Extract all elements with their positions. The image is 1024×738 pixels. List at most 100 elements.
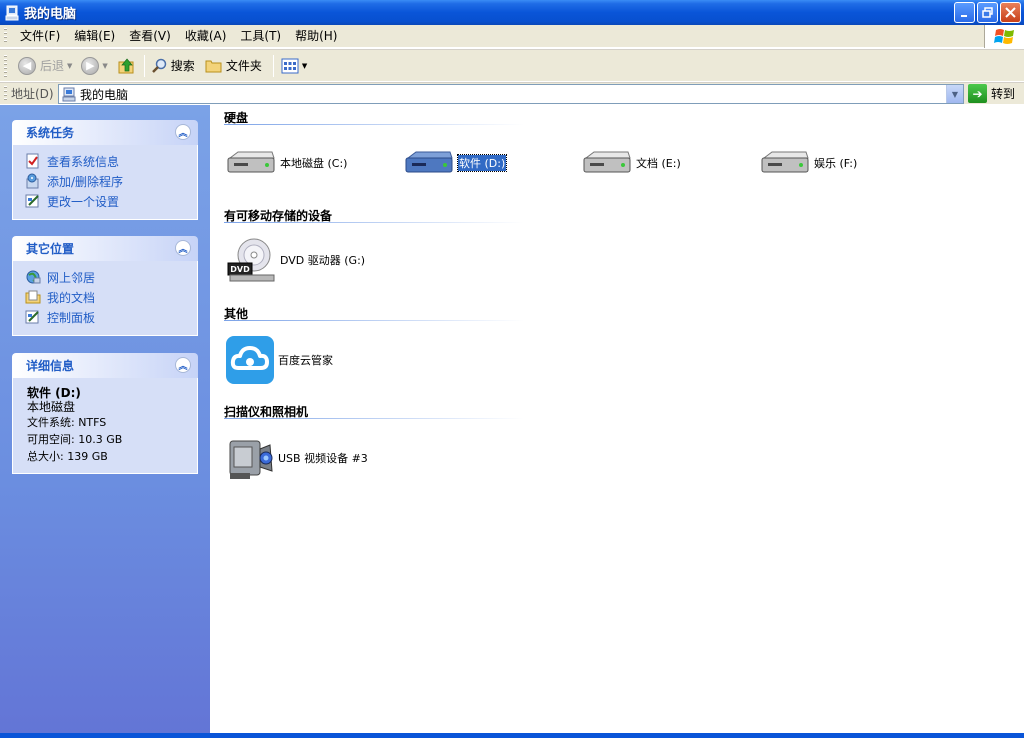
task-label: 查看系统信息: [47, 154, 120, 169]
close-icon: [1005, 7, 1016, 18]
system-tasks-header[interactable]: 系统任务 ︽: [12, 120, 198, 145]
menu-edit[interactable]: 编辑(E): [67, 26, 122, 46]
standard-toolbar: ◀ 后退 ▼ ▶ ▼ 搜索 文件夹 ▼: [0, 49, 1024, 82]
drive-d[interactable]: 软件 (D:): [404, 150, 508, 176]
drive-label: 文档 (E:): [636, 157, 681, 170]
go-button[interactable]: ➔ 转到: [968, 84, 1015, 103]
collapse-icon[interactable]: ︽: [175, 124, 191, 140]
computer-icon: [5, 5, 19, 20]
details-total-size: 总大小: 139 GB: [27, 450, 108, 463]
folders-label: 文件夹: [225, 59, 262, 73]
forward-dropdown-icon[interactable]: ▼: [102, 62, 107, 70]
system-tasks-body: 查看系统信息 添加/删除程序 更改一个设置: [12, 145, 198, 220]
search-icon: [151, 58, 167, 73]
menu-file[interactable]: 文件(F): [13, 26, 67, 46]
menu-favorites[interactable]: 收藏(A): [178, 26, 234, 46]
folders-button[interactable]: 文件夹: [202, 53, 265, 79]
collapse-icon[interactable]: ︽: [175, 240, 191, 256]
my-documents-icon: [25, 290, 41, 304]
back-dropdown-icon[interactable]: ▼: [67, 62, 72, 70]
drive-g-dvd[interactable]: DVD DVD 驱动器 (G:): [226, 237, 365, 283]
dvd-drive-icon: DVD: [227, 238, 275, 282]
hard-drive-icon: [227, 151, 275, 173]
system-info-icon: [26, 153, 39, 169]
back-arrow-icon: ◀: [18, 56, 36, 75]
address-value: 我的电脑: [80, 87, 129, 102]
go-label: 转到: [991, 87, 1016, 101]
system-tasks-panel: 系统任务 ︽ 查看系统信息 添加/删除程序 更改一个设置: [12, 120, 198, 220]
usb-video-device[interactable]: USB 视频设备 #3: [226, 435, 368, 481]
views-dropdown-icon: ▼: [301, 61, 308, 70]
back-button[interactable]: ◀ 后退 ▼: [15, 53, 78, 79]
views-button[interactable]: ▼: [278, 53, 313, 79]
addressbar-grip[interactable]: [4, 85, 7, 102]
drive-c[interactable]: 本地磁盘 (C:): [226, 150, 347, 176]
address-input[interactable]: 我的电脑 ▼: [58, 84, 964, 104]
details-name: 软件 (D:): [27, 386, 81, 400]
place-label: 网上邻居: [47, 270, 96, 285]
baidu-cloud-icon: [226, 336, 274, 384]
svg-text:DVD: DVD: [230, 265, 250, 274]
minimize-icon: [961, 15, 967, 17]
window-title: 我的电脑: [24, 7, 77, 22]
collapse-icon[interactable]: ︽: [175, 357, 191, 373]
close-button[interactable]: [1000, 2, 1021, 23]
restore-icon: [982, 7, 993, 18]
other-places-body: 网上邻居 我的文档 控制面板: [12, 261, 198, 336]
address-dropdown-button[interactable]: ▼: [946, 85, 963, 103]
task-pane: 系统任务 ︽ 查看系统信息 添加/删除程序 更改一个设置 其它位置 ︽ 网上邻居…: [0, 105, 210, 733]
drive-label: 本地磁盘 (C:): [280, 157, 348, 170]
drive-label: 娱乐 (F:): [814, 157, 858, 170]
toolbar-grip[interactable]: [4, 54, 7, 77]
baidu-cloud-manager[interactable]: 百度云管家: [226, 336, 333, 384]
restore-button[interactable]: [977, 2, 998, 23]
other-places-panel: 其它位置 ︽ 网上邻居 我的文档 控制面板: [12, 236, 198, 336]
task-change-setting[interactable]: 更改一个设置: [25, 191, 187, 211]
address-bar: 地址(D) 我的电脑 ▼ ➔ 转到: [0, 82, 1024, 104]
menu-help[interactable]: 帮助(H): [288, 26, 344, 46]
task-view-system-info[interactable]: 查看系统信息: [25, 151, 187, 171]
drive-f[interactable]: 娱乐 (F:): [760, 150, 857, 176]
other-places-header[interactable]: 其它位置 ︽: [12, 236, 198, 261]
title-bar[interactable]: 我的电脑: [0, 0, 1024, 25]
camera-icon: [229, 440, 273, 479]
menu-tools[interactable]: 工具(T): [233, 26, 288, 46]
menu-view[interactable]: 查看(V): [122, 26, 178, 46]
file-view: 硬盘 本地磁盘 (C:) 软件 (D:) 文档 (E:) 娱乐 (F:) 有可移…: [210, 105, 1024, 733]
other-places-title: 其它位置: [26, 242, 75, 256]
network-icon: [26, 270, 41, 284]
place-label: 我的文档: [47, 290, 96, 305]
search-label: 搜索: [170, 59, 195, 73]
drive-e[interactable]: 文档 (E:): [582, 150, 681, 176]
forward-button[interactable]: ▶ ▼: [78, 53, 113, 79]
menu-bar: 文件(F) 编辑(E) 查看(V) 收藏(A) 工具(T) 帮助(H): [0, 25, 1024, 48]
window-bottom-border: [0, 733, 1024, 738]
place-control-panel[interactable]: 控制面板: [25, 307, 187, 327]
details-title: 详细信息: [26, 359, 75, 373]
views-icon: [281, 58, 299, 73]
place-my-documents[interactable]: 我的文档: [25, 287, 187, 307]
search-button[interactable]: 搜索: [149, 53, 198, 79]
details-filesystem: 文件系统: NTFS: [27, 416, 107, 429]
drive-label: DVD 驱动器 (G:): [280, 254, 366, 267]
details-type: 本地磁盘: [27, 400, 76, 414]
menubar-grip[interactable]: [4, 28, 7, 44]
toolbar-separator: [143, 54, 145, 77]
add-remove-programs-icon: [26, 173, 39, 189]
folder-icon: [205, 60, 222, 72]
place-label: 控制面板: [47, 310, 96, 325]
details-header[interactable]: 详细信息 ︽: [12, 353, 198, 378]
task-add-remove-programs[interactable]: 添加/删除程序: [25, 171, 187, 191]
minimize-button[interactable]: [954, 2, 975, 23]
back-label: 后退: [40, 59, 65, 73]
hard-drive-icon: [761, 151, 809, 173]
group-divider: [224, 320, 524, 321]
up-button[interactable]: [114, 53, 140, 79]
control-panel-icon: [25, 194, 39, 208]
item-label: 百度云管家: [278, 354, 333, 367]
forward-arrow-icon: ▶: [81, 56, 100, 75]
place-network[interactable]: 网上邻居: [25, 267, 187, 287]
details-free-space: 可用空间: 10.3 GB: [27, 433, 123, 446]
system-tasks-title: 系统任务: [26, 126, 75, 140]
details-body: 软件 (D:) 本地磁盘 文件系统: NTFS 可用空间: 10.3 GB 总大…: [12, 378, 198, 474]
